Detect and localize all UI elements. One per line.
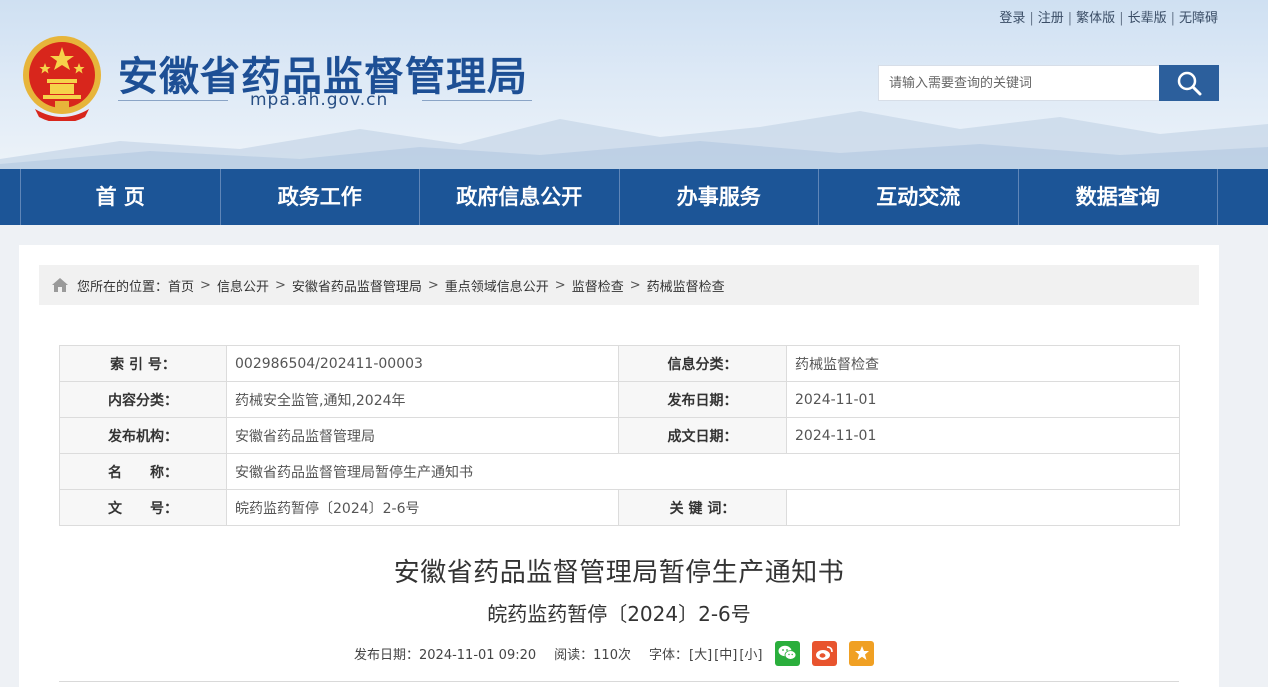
content-type-label: 内容分类： <box>59 381 227 418</box>
publish-date-value: 2024-11-01 <box>786 381 1180 418</box>
search-button[interactable] <box>1159 65 1219 101</box>
category-label: 信息分类： <box>618 345 787 382</box>
doc-number-value: 皖药监药暂停〔2024〕2-6号 <box>226 489 619 526</box>
wechat-icon <box>778 645 797 660</box>
main-nav: 首 页 政务工作 政府信息公开 办事服务 互动交流 数据查询 <box>0 169 1268 225</box>
star-icon <box>854 646 869 660</box>
content-divider <box>59 681 1179 682</box>
keywords-label: 关 键 词： <box>618 489 787 526</box>
name-label: 名 称： <box>59 453 227 490</box>
doc-number-label: 文 号： <box>59 489 227 526</box>
nav-item-home[interactable]: 首 页 <box>21 169 221 225</box>
breadcrumb-home[interactable]: 首页 <box>168 276 194 295</box>
search-input[interactable] <box>878 65 1160 101</box>
read-count: 阅读：110次 <box>554 647 631 663</box>
breadcrumb: 您所在的位置： 首页 > 信息公开 > 安徽省药品监督管理局 > 重点领域信息公… <box>39 265 1199 305</box>
table-row: 内容分类： 药械安全监管,通知,2024年 发布日期： 2024-11-01 <box>59 381 1180 418</box>
elder-version-link[interactable]: 长辈版 <box>1128 11 1167 26</box>
created-date-value: 2024-11-01 <box>786 417 1180 454</box>
table-row: 索 引 号： 002986504/202411-00003 信息分类： 药械监督… <box>59 345 1180 382</box>
keywords-value <box>786 489 1180 526</box>
nav-item-services[interactable]: 办事服务 <box>620 169 819 225</box>
table-row: 名 称： 安徽省药品监督管理局暂停生产通知书 <box>59 453 1180 490</box>
search-icon <box>1177 71 1202 96</box>
breadcrumb-separator: > <box>427 277 439 293</box>
content-card: 您所在的位置： 首页 > 信息公开 > 安徽省药品监督管理局 > 重点领域信息公… <box>19 245 1219 687</box>
category-value: 药械监督检查 <box>786 345 1180 382</box>
article-subtitle: 皖药监药暂停〔2024〕2-6号 <box>487 602 751 626</box>
name-value: 安徽省药品监督管理局暂停生产通知书 <box>226 453 1180 490</box>
accessibility-link[interactable]: 无障碍 <box>1179 11 1218 26</box>
content-type-value: 药械安全监管,通知,2024年 <box>226 381 619 418</box>
article-title: 安徽省药品监督管理局暂停生产通知书 <box>393 558 845 588</box>
table-row: 发布机构： 安徽省药品监督管理局 成文日期： 2024-11-01 <box>59 417 1180 454</box>
breadcrumb-info-disclosure[interactable]: 信息公开 <box>217 276 269 295</box>
breadcrumb-device-inspection[interactable]: 药械监督检查 <box>647 276 725 295</box>
breadcrumb-separator: > <box>274 277 286 293</box>
site-domain: mpa.ah.gov.cn <box>250 90 389 110</box>
site-header: 登录 | 注册 | 繁体版 | 长辈版 | 无障碍 安徽省药品监督管理局 mpa.ah.gov.… <box>0 0 1268 169</box>
national-emblem-icon <box>23 36 101 121</box>
register-link[interactable]: 注册 <box>1038 11 1064 26</box>
top-links: 登录 | 注册 | 繁体版 | 长辈版 | 无障碍 <box>999 11 1218 26</box>
document-metadata-table: 索 引 号： 002986504/202411-00003 信息分类： 药械监督… <box>59 345 1180 526</box>
breadcrumb-prefix: 您所在的位置： <box>77 279 169 295</box>
publish-date-label: 发布日期： <box>618 381 787 418</box>
login-link[interactable]: 登录 <box>999 11 1025 26</box>
font-size-small-button[interactable]: [小] <box>739 644 762 663</box>
org-value: 安徽省药品监督管理局 <box>226 417 619 454</box>
index-label: 索 引 号： <box>59 345 227 382</box>
org-label: 发布机构： <box>59 417 227 454</box>
index-value: 002986504/202411-00003 <box>226 345 619 382</box>
article-info-bar: 发布日期：2024-11-01 09:20 阅读：110次 字体： [大] [中… <box>354 640 875 666</box>
font-size-medium-button[interactable]: [中] <box>714 644 737 663</box>
weibo-share-button[interactable] <box>812 640 838 666</box>
nav-item-interaction[interactable]: 互动交流 <box>819 169 1019 225</box>
breadcrumb-supervision[interactable]: 监督检查 <box>572 276 624 295</box>
traditional-chinese-link[interactable]: 繁体版 <box>1076 11 1115 26</box>
font-size-large-button[interactable]: [大] <box>689 644 712 663</box>
favorite-share-button[interactable] <box>849 640 875 666</box>
publish-info: 发布日期：2024-11-01 09:20 <box>354 647 537 663</box>
table-row: 文 号： 皖药监药暂停〔2024〕2-6号 关 键 词： <box>59 489 1180 526</box>
breadcrumb-bureau[interactable]: 安徽省药品监督管理局 <box>292 276 422 295</box>
font-size-label: 字体： <box>648 647 688 663</box>
nav-item-government-affairs[interactable]: 政务工作 <box>221 169 420 225</box>
breadcrumb-separator: > <box>200 277 211 293</box>
breadcrumb-separator: > <box>629 277 641 293</box>
breadcrumb-separator: > <box>554 277 566 293</box>
created-date-label: 成文日期： <box>618 417 787 454</box>
weibo-icon <box>816 646 834 660</box>
nav-item-data-query[interactable]: 数据查询 <box>1019 169 1218 225</box>
wechat-share-button[interactable] <box>775 640 801 666</box>
breadcrumb-key-areas[interactable]: 重点领域信息公开 <box>445 276 549 295</box>
nav-item-info-disclosure[interactable]: 政府信息公开 <box>420 169 620 225</box>
home-icon <box>51 277 69 293</box>
